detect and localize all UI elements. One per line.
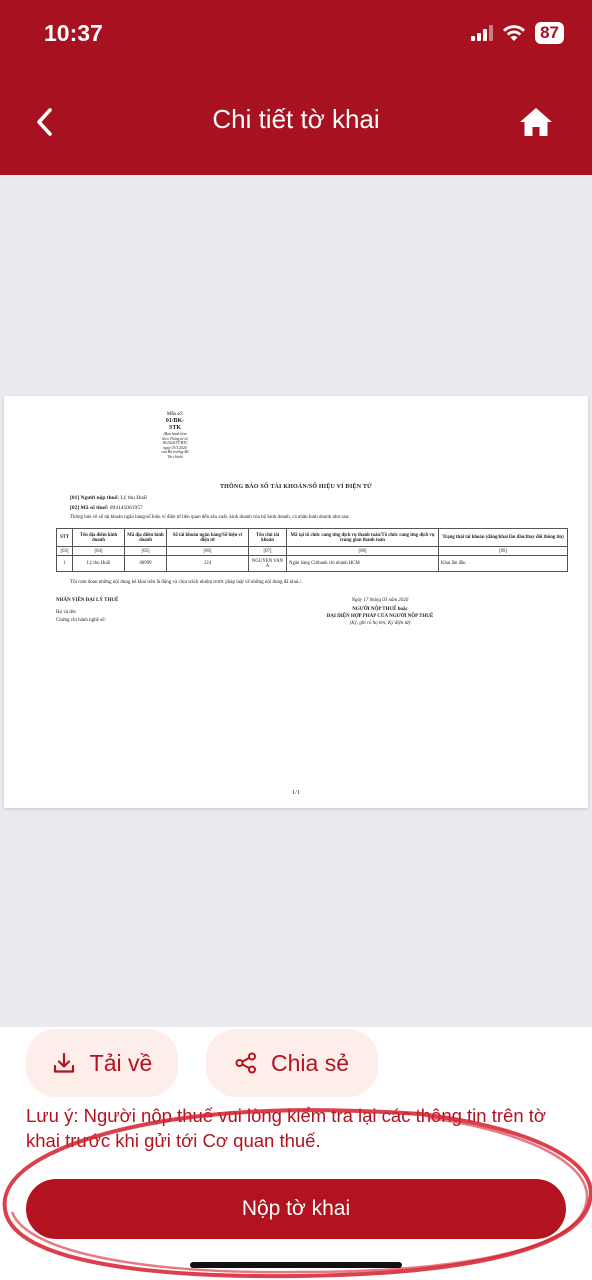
download-icon [53, 1052, 74, 1073]
document-viewer[interactable]: Mẫu số: 01/BK-STK (Ban hành kèm theo Thô… [0, 175, 592, 1027]
table-code: [05] [124, 546, 167, 556]
action-panel: Tải về Chia sẻ Lưu ý: Người nộp thuế vui… [0, 1027, 592, 1280]
agent-heading: NHÂN VIÊN ĐẠI LÝ THUẾ [56, 598, 119, 603]
taxcode-value: 0941450619​57 [109, 505, 143, 511]
table-header: STT [56, 528, 73, 547]
download-button[interactable]: Tải về [26, 1029, 178, 1097]
wifi-icon [503, 24, 526, 41]
submit-declaration-button[interactable]: Nộp tờ khai [26, 1179, 566, 1239]
agent-cert: Chứng chỉ hành nghề số: [56, 618, 106, 623]
status-icons: 87 [471, 22, 564, 44]
status-time: 10:37 [44, 20, 103, 46]
page-number: 1/1 [292, 790, 300, 796]
table-code: [03] [56, 546, 73, 556]
commitment-text: Tôi cam đoan những nội dung kê khai trên… [70, 580, 303, 585]
document-page: Mẫu số: 01/BK-STK (Ban hành kèm theo Thô… [4, 396, 588, 808]
page-title: Chi tiết tờ khai [212, 104, 380, 134]
form-number: Mẫu số: 01/BK-STK (Ban hành kèm theo Thô… [160, 412, 190, 460]
date-line: Ngày 17 tháng 03 năm 2026 [351, 598, 409, 603]
table-cell: 124 [166, 555, 249, 572]
form-label: Mẫu số: [166, 412, 184, 417]
signal-icon [471, 25, 494, 41]
table-header: Số tài khoản ngân hàng/Số hiệu ví điện t… [166, 528, 249, 547]
taxpayer-name: Lý thu Huấi [120, 495, 147, 501]
app-header: 10:37 87 Chi tiết tờ khai [0, 0, 592, 175]
table-code-row: [03] [04] [05] [06] [07] [08] [09] [56, 546, 568, 556]
home-button[interactable] [514, 102, 558, 142]
table-cell: NGUYEN VAN A [248, 555, 287, 572]
taxcode-label: [02] Mã số thuế: [70, 505, 109, 511]
table-code: [04] [72, 546, 125, 556]
intro-text: Thông báo về số tài khoản ngân hàng/số h… [70, 515, 350, 520]
table-cell: Khai lần đầu [438, 555, 568, 572]
table-header: Trạng thái tài khoản (đăng/khai lần đầu/… [438, 528, 568, 547]
table-code: [06] [166, 546, 249, 556]
table-header: Mã tại tổ chức cung ứng dịch vụ thanh to… [286, 528, 439, 547]
table-cell: 00999 [124, 555, 167, 572]
home-icon [520, 108, 552, 136]
form-code: 01/BK-STK [165, 418, 185, 431]
table-cell: 1 [56, 555, 73, 572]
table-cell: Lý thu Huấi [72, 555, 125, 572]
table-code: [09] [438, 546, 568, 556]
table-header-row: STT Tên địa điểm kinh doanh Mã địa điểm … [56, 528, 568, 547]
submit-label: Nộp tờ khai [241, 1197, 351, 1220]
document-title: THÔNG BÁO SỐ TÀI KHOẢN/SỐ HIỆU VÍ ĐIỆN T… [219, 484, 372, 490]
taxcode-line: [02] Mã số thuế: 0941450619​57 [70, 505, 143, 511]
table-header: Tên chủ tài khoản [248, 528, 287, 547]
home-indicator [190, 1262, 402, 1268]
signer-line-2: ĐẠI DIỆN HỢP PHÁP CỦA NGƯỜI NỘP THUẾ [326, 614, 434, 619]
table-header: Tên địa điểm kinh doanh [72, 528, 125, 547]
share-icon [235, 1052, 256, 1074]
taxpayer-line: [01] Người nộp thuế: Lý thu Huấi [70, 495, 147, 501]
table-header: Mã địa điểm kinh doanh [124, 528, 167, 547]
share-button[interactable]: Chia sẻ [206, 1029, 378, 1097]
account-table: STT Tên địa điểm kinh doanh Mã địa điểm … [56, 528, 568, 572]
form-note: (Ban hành kèm theo Thông tư số 18/2026/T… [161, 432, 189, 459]
download-label: Tải về [89, 1049, 153, 1076]
taxpayer-label: [01] Người nộp thuế: [70, 495, 119, 501]
battery-level: 87 [535, 22, 564, 44]
table-row: 1 Lý thu Huấi 00999 124 NGUYEN VAN A Ngâ… [56, 555, 568, 572]
warning-note: Lưu ý: Người nộp thuế vui lòng kiểm tra … [26, 1105, 547, 1151]
signer-line-1: NGƯỜI NỘP THUẾ hoặc [352, 607, 408, 612]
agent-name: Họ và tên: [56, 610, 77, 615]
table-code: [07] [248, 546, 287, 556]
signer-line-3: (Ký, ghi rõ họ tên; Ký điện tử) [349, 621, 411, 626]
share-label: Chia sẻ [271, 1049, 349, 1076]
table-cell: Ngân hàng Citibank chi nhánh HCM [286, 555, 439, 572]
table-code: [08] [286, 546, 439, 556]
